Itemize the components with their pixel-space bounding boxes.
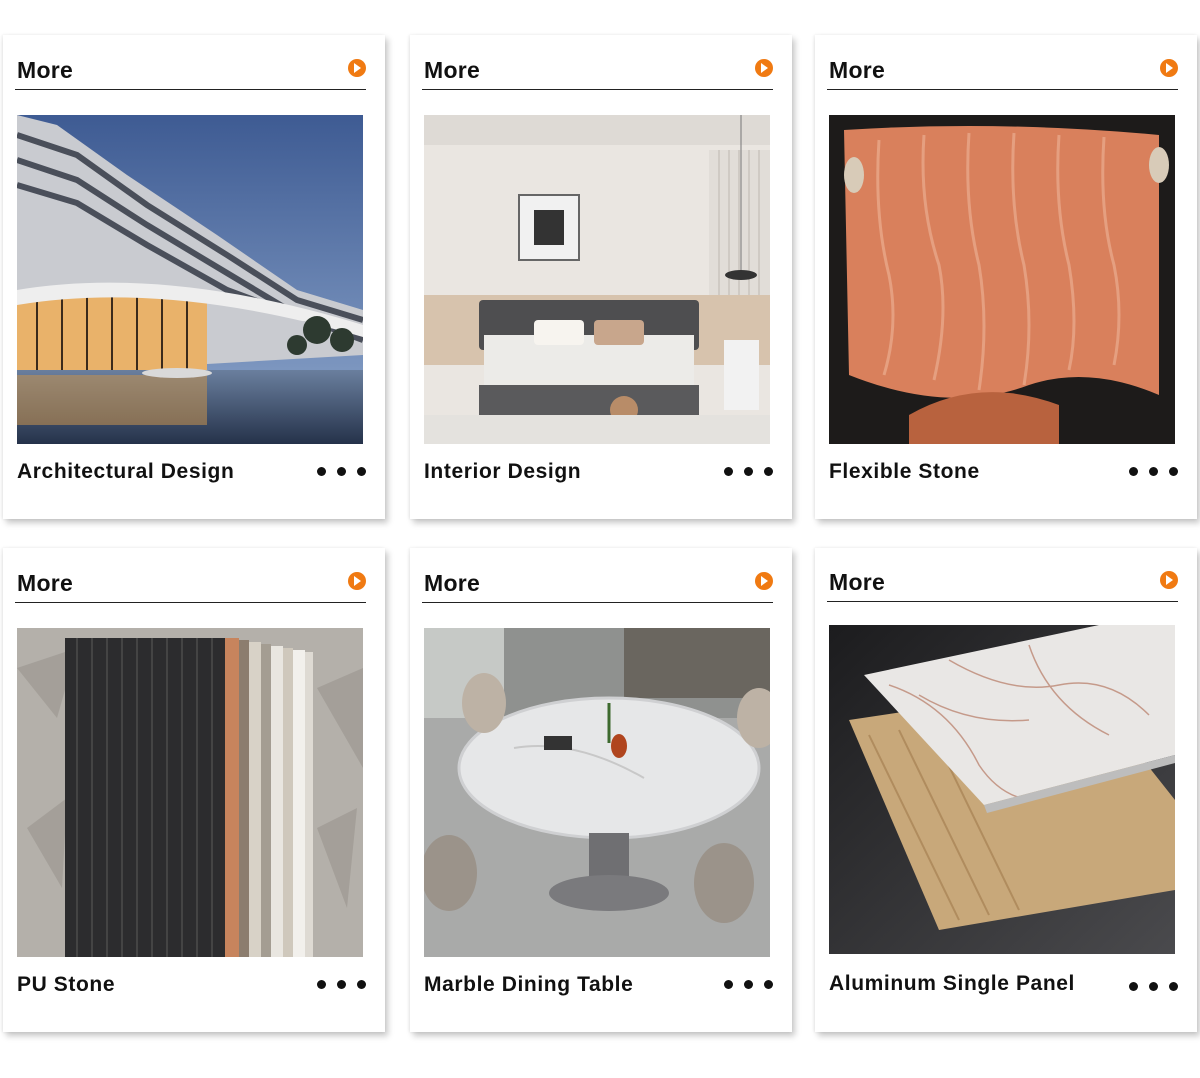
card-title[interactable]: Interior Design [424,460,581,484]
play-circle-icon[interactable] [348,59,366,77]
play-circle-icon[interactable] [1160,571,1178,589]
card-image[interactable] [424,115,770,444]
play-circle-icon[interactable] [755,572,773,590]
more-link[interactable]: More [424,570,480,597]
play-circle-icon[interactable] [348,572,366,590]
product-card-interior-design: More Interior Design [410,35,792,519]
card-image[interactable] [17,628,363,957]
card-image[interactable] [424,628,770,957]
product-card-flexible-stone: More Flexible Stone [815,35,1197,519]
more-link[interactable]: More [829,569,885,596]
card-image[interactable] [17,115,363,444]
more-link[interactable]: More [829,57,885,84]
ellipsis-icon[interactable] [1129,982,1178,992]
card-header: More [422,570,773,603]
product-card-architectural-design: More Architectural Design [3,35,385,519]
card-image[interactable] [829,625,1175,954]
ellipsis-icon[interactable] [317,980,366,990]
card-header: More [422,57,773,90]
more-link[interactable]: More [424,57,480,84]
play-circle-icon[interactable] [1160,59,1178,77]
card-header: More [15,570,366,603]
play-circle-icon[interactable] [755,59,773,77]
card-header: More [827,57,1178,90]
card-header: More [15,57,366,90]
product-card-aluminum-single-panel: More Aluminum Single Panel [815,548,1197,1032]
ellipsis-icon[interactable] [724,980,773,990]
more-link[interactable]: More [17,57,73,84]
card-title[interactable]: Marble Dining Table [424,973,633,997]
card-title[interactable]: Architectural Design [17,460,234,484]
product-card-pu-stone: More PU Stone [3,548,385,1032]
card-title[interactable]: PU Stone [17,973,115,997]
product-card-marble-dining-table: More Marble Dining Table [410,548,792,1032]
card-title[interactable]: Aluminum Single Panel [829,972,1075,996]
more-link[interactable]: More [17,570,73,597]
card-title[interactable]: Flexible Stone [829,460,980,484]
ellipsis-icon[interactable] [1129,467,1178,477]
card-image[interactable] [829,115,1175,444]
ellipsis-icon[interactable] [317,467,366,477]
ellipsis-icon[interactable] [724,467,773,477]
card-header: More [827,569,1178,602]
